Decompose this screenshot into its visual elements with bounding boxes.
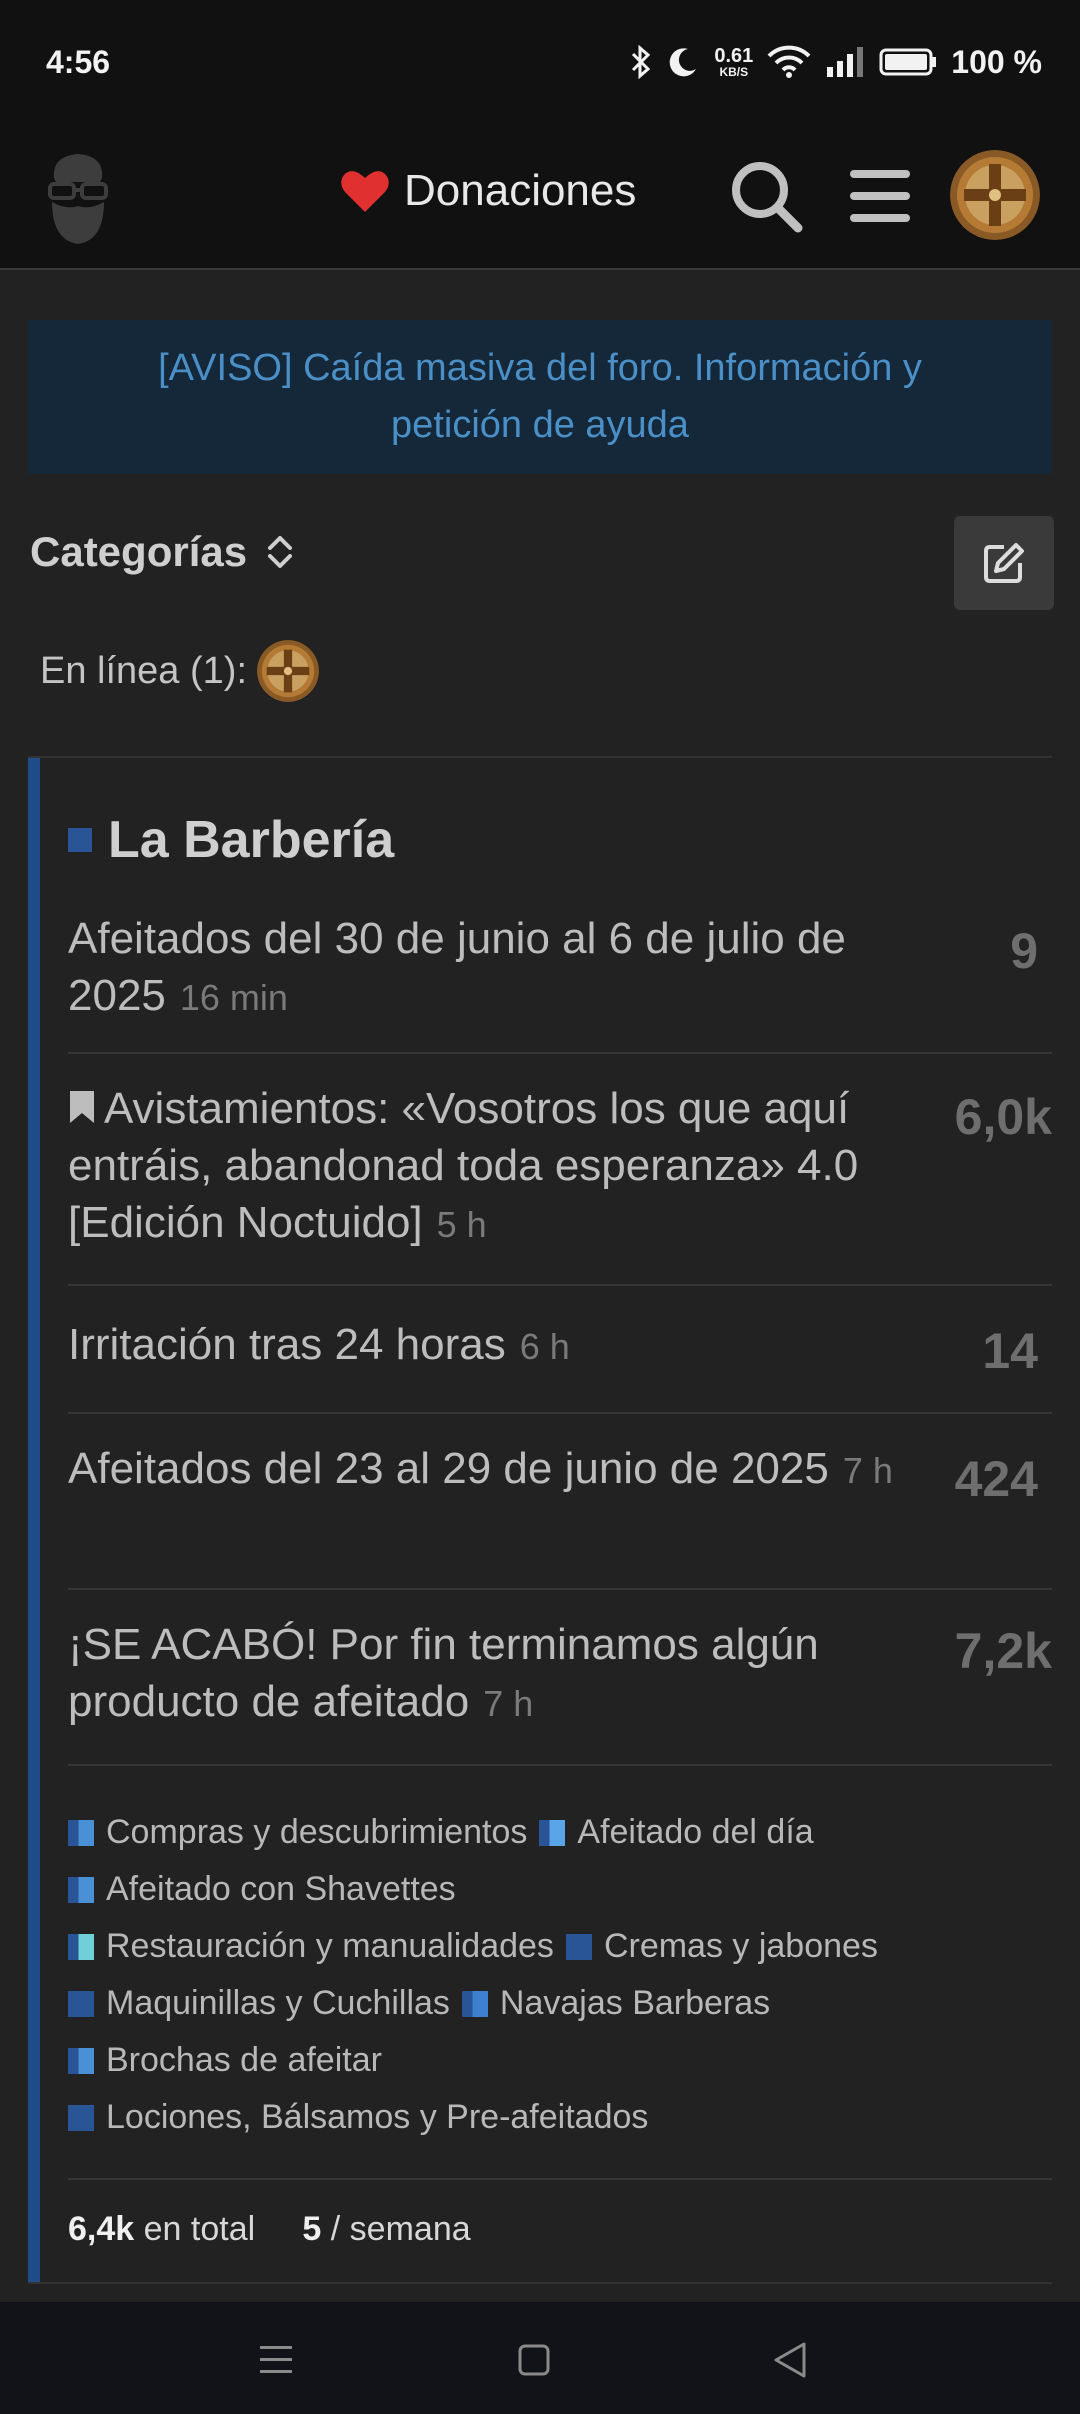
topic-age: 16 min — [179, 977, 288, 1018]
status-bar: 4:56 0.61 KB/S 100 % — [0, 0, 1080, 128]
subcategory-link[interactable]: Restauración y manualidades — [68, 1927, 554, 1966]
topic-age: 5 h — [436, 1204, 487, 1245]
status-icons: 0.61 KB/S 100 % — [630, 40, 1042, 84]
total-topics-value: 6,4k — [68, 2210, 135, 2248]
divider — [28, 2282, 1052, 2284]
topic-row[interactable]: ¡SE ACABÓ! Por fin terminamos algún prod… — [68, 1590, 1052, 1766]
total-topics-label: en total — [143, 2210, 256, 2248]
search-icon[interactable] — [726, 156, 806, 236]
subcategory-square-icon — [68, 2104, 94, 2131]
topic-reply-count: 9 — [1010, 923, 1038, 979]
subcategory-square-icon — [461, 1990, 488, 2017]
subcategory-link[interactable]: Brochas de afeitar — [68, 2041, 382, 2080]
heart-icon — [341, 171, 389, 212]
subcategory-link[interactable]: Afeitado con Shavettes — [68, 1870, 456, 1909]
user-avatar[interactable] — [950, 150, 1040, 240]
topic-title[interactable]: Irritación tras 24 horas — [68, 1320, 506, 1369]
subcategory-link[interactable]: Cremas y jabones — [565, 1927, 878, 1966]
categories-title: Categorías — [30, 528, 248, 575]
subcategory-square-icon — [68, 1990, 94, 2017]
donate-link[interactable]: Donaciones — [340, 166, 636, 216]
categories-dropdown[interactable]: Categorías — [30, 528, 295, 576]
subcategory-square-icon — [68, 1819, 94, 1846]
topic-row[interactable]: Afeitados del 30 de junio al 6 de julio … — [68, 898, 1052, 1054]
site-header: Donaciones — [0, 128, 1080, 270]
notice-text[interactable]: [AVISO] Caída masiva del foro. Informaci… — [98, 340, 982, 454]
do-not-disturb-moon-icon — [670, 48, 697, 77]
subcategory-link[interactable]: Navajas Barberas — [461, 1984, 770, 2023]
subcategory-link[interactable]: Maquinillas y Cuchillas — [68, 1984, 450, 2023]
subcategory-square-icon — [68, 1876, 94, 1903]
topic-row[interactable]: Irritación tras 24 horas 6 h 14 — [68, 1286, 1052, 1414]
battery-percent: 100 % — [951, 43, 1042, 80]
chevron-up-down-icon — [268, 536, 293, 568]
topic-age: 7 h — [842, 1450, 893, 1491]
bluetooth-icon — [632, 45, 651, 79]
topic-reply-count: 7,2k — [954, 1623, 1052, 1679]
subcategory-link[interactable]: Compras y descubrimientos — [68, 1813, 527, 1852]
wifi-icon — [767, 45, 811, 78]
topic-title[interactable]: Afeitados del 23 al 29 de junio de 2025 — [68, 1444, 829, 1493]
donate-label: Donaciones — [404, 166, 637, 215]
topic-title-wrap[interactable]: Irritación tras 24 horas 6 h — [68, 1316, 928, 1375]
subcategory-link[interactable]: Lociones, Bálsamos y Pre-afeitados — [68, 2098, 648, 2137]
weekly-topics-value: 5 — [302, 2210, 322, 2248]
topic-age: 6 h — [519, 1326, 570, 1367]
bookmark-icon — [70, 1091, 94, 1123]
category-stats: 6,4k en total 5 / semana — [68, 2178, 1052, 2249]
topic-title-wrap[interactable]: ¡SE ACABÓ! Por fin terminamos algún prod… — [68, 1616, 928, 1732]
subcategory-list: Compras y descubrimientos Afeitado del d… — [68, 1804, 1028, 2146]
bearded-man-logo-icon[interactable] — [40, 148, 116, 248]
topic-row[interactable]: Afeitados del 23 al 29 de junio de 2025 7… — [68, 1414, 1052, 1590]
subcategory-square-icon — [68, 1933, 94, 1960]
new-topic-button[interactable] — [954, 516, 1054, 610]
subcategory-square-icon — [68, 2047, 94, 2074]
topic-title-wrap[interactable]: Afeitados del 23 al 29 de junio de 2025 7… — [68, 1440, 928, 1499]
signal-bars-icon — [827, 47, 864, 77]
recent-apps-menu-icon[interactable] — [248, 2332, 304, 2388]
notice-banner[interactable]: [AVISO] Caída masiva del foro. Informaci… — [28, 320, 1052, 474]
category-square-icon — [68, 828, 92, 852]
topic-reply-count: 6,0k — [954, 1089, 1052, 1145]
category-header[interactable]: La Barbería — [68, 810, 394, 870]
weekly-topics-label: / semana — [330, 2210, 471, 2248]
topic-reply-count: 424 — [954, 1451, 1038, 1507]
edit-icon — [984, 543, 1024, 583]
category-box: La Barbería Afeitados del 30 de junio al… — [28, 758, 1052, 2282]
topic-age: 7 h — [483, 1683, 534, 1724]
topic-row[interactable]: Avistamientos: «Vosotros los que aquí en… — [68, 1054, 1052, 1286]
category-name[interactable]: La Barbería — [108, 810, 394, 870]
topic-title-wrap[interactable]: Avistamientos: «Vosotros los que aquí en… — [68, 1080, 948, 1253]
topic-reply-count: 14 — [982, 1323, 1038, 1379]
subcategory-square-icon — [565, 1933, 592, 1960]
topic-title-wrap[interactable]: Afeitados del 30 de junio al 6 de julio … — [68, 910, 928, 1026]
topic-title[interactable]: ¡SE ACABÓ! Por fin terminamos algún prod… — [68, 1620, 819, 1726]
hamburger-menu-icon[interactable] — [848, 164, 912, 228]
status-time: 4:56 — [46, 44, 111, 80]
home-square-icon[interactable] — [506, 2332, 562, 2388]
battery-icon — [879, 48, 937, 76]
subcategory-square-icon — [539, 1819, 566, 1846]
system-navigation-bar — [0, 2302, 1080, 2414]
subcategory-link[interactable]: Afeitado del día — [539, 1813, 814, 1852]
back-triangle-icon[interactable] — [762, 2332, 818, 2388]
category-color-bar — [28, 758, 40, 2282]
online-users: En línea (1): — [40, 640, 319, 702]
network-speed: 0.61 KB/S — [714, 45, 754, 79]
online-user-avatar[interactable] — [257, 640, 319, 702]
online-label: En línea (1): — [40, 649, 247, 692]
